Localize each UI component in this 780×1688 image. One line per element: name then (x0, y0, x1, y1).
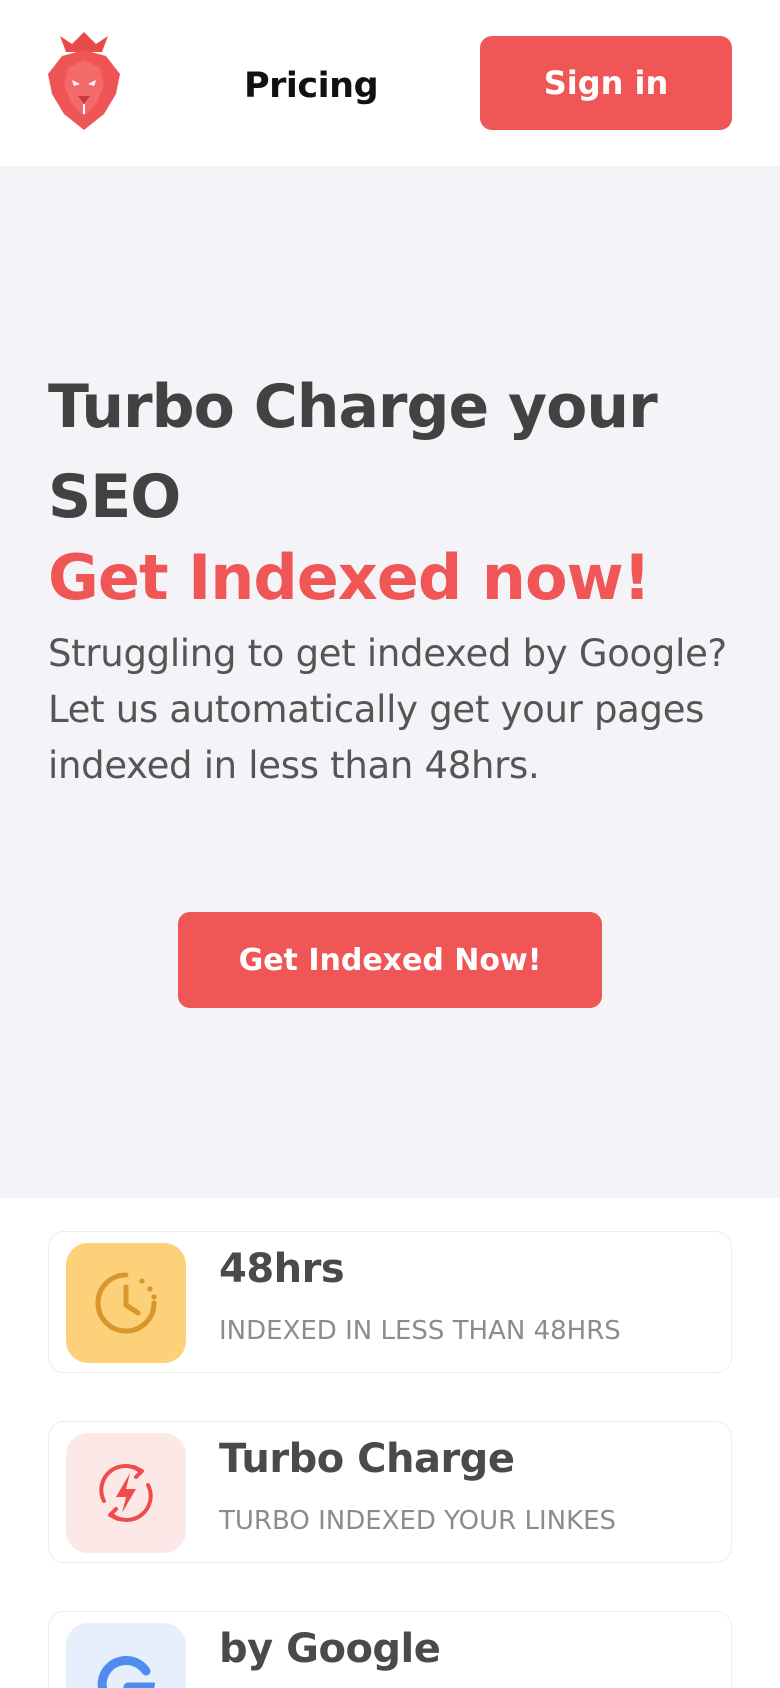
feature-subtitle: TURBO INDEXED YOUR LINKES (219, 1506, 617, 1536)
feature-subtitle: INDEXED IN LESS THAN 48HRS (219, 1316, 621, 1346)
google-g-icon (66, 1623, 186, 1688)
feature-title: by Google (219, 1626, 441, 1672)
hero-accent-heading: Get Indexed now! (48, 541, 651, 614)
feature-card-by-google: by Google (48, 1611, 732, 1688)
clock-icon (66, 1243, 186, 1363)
page: Pricing Sign in Turbo Charge your SEO Ge… (0, 0, 780, 1688)
feature-card-turbo-charge: Turbo Charge TURBO INDEXED YOUR LINKES (48, 1421, 732, 1563)
sign-in-button[interactable]: Sign in (480, 36, 732, 130)
feature-title: 48hrs (219, 1246, 345, 1292)
nav-pricing-link[interactable]: Pricing (244, 66, 379, 106)
crowned-lion-logo-icon[interactable] (44, 30, 124, 132)
hero-title: Turbo Charge your SEO (48, 372, 658, 532)
get-indexed-button[interactable]: Get Indexed Now! (178, 912, 602, 1008)
hero-description: Struggling to get indexed by Google? Let… (48, 632, 727, 787)
feature-title: Turbo Charge (219, 1436, 515, 1482)
top-nav: Pricing Sign in (0, 0, 780, 166)
hero-section: Turbo Charge your SEO Get Indexed now! S… (0, 166, 780, 1198)
lightning-icon (66, 1433, 186, 1553)
feature-card-48hrs: 48hrs INDEXED IN LESS THAN 48HRS (48, 1231, 732, 1373)
